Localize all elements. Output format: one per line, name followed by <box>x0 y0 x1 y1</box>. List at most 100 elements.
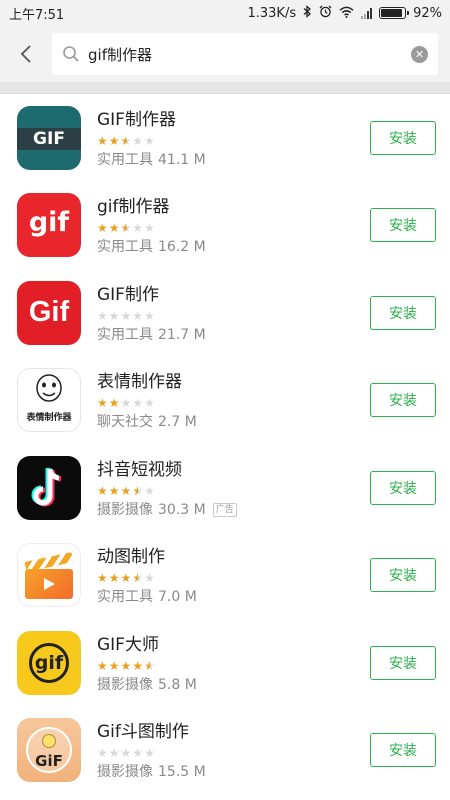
app-size: 21.7 M <box>158 326 206 343</box>
gif-meme-icon: GiF <box>17 718 81 783</box>
install-button[interactable]: 安装 <box>370 645 436 680</box>
star-icon: ★ <box>108 658 121 673</box>
bluetooth-icon <box>303 5 312 21</box>
wifi-icon <box>339 6 354 21</box>
status-bar: 上午7:51 1.33K/s 92% <box>0 0 450 26</box>
app-category: 实用工具 <box>97 151 153 168</box>
star-icon: ★ <box>108 133 121 148</box>
app-size: 5.8 M <box>158 676 197 693</box>
star-icon: ★ <box>144 133 156 148</box>
star-icon: ★ <box>108 308 121 323</box>
star-icon: ★ <box>120 133 133 148</box>
star-icon: ★ <box>132 571 145 586</box>
app-list-item[interactable]: GIF GIF制作器 ★★★★★ 实用工具 41.1 M 安装 <box>0 94 450 182</box>
search-icon <box>63 46 79 62</box>
star-icon: ★ <box>144 221 156 236</box>
star-icon: ★ <box>97 658 109 673</box>
back-button[interactable] <box>14 34 38 74</box>
clapper-icon <box>17 543 81 608</box>
emoji-face-icon: 表情制作器 <box>17 368 81 433</box>
alarm-icon <box>319 5 332 21</box>
network-speed: 1.33K/s <box>247 5 297 21</box>
star-icon: ★ <box>132 221 145 236</box>
app-list-item[interactable]: Gif GIF制作 ★★★★★ 实用工具 21.7 M 安装 <box>0 269 450 357</box>
star-icon: ★ <box>120 308 133 323</box>
star-icon: ★ <box>108 396 121 411</box>
app-list-item[interactable]: 抖音短视频 ★★★★★ 摄影摄像 30.3 M 广告 安装 <box>0 444 450 532</box>
star-icon: ★ <box>97 483 109 498</box>
chevron-left-icon <box>20 45 31 63</box>
star-icon: ★ <box>97 746 109 761</box>
star-icon: ★ <box>108 483 121 498</box>
signal-icon <box>361 7 373 19</box>
app-category: 摄影摄像 <box>97 501 153 518</box>
search-header: gif制作器 ✕ <box>0 26 450 82</box>
star-icon: ★ <box>132 308 145 323</box>
install-button[interactable]: 安装 <box>370 295 436 330</box>
install-button[interactable]: 安装 <box>370 558 436 593</box>
star-icon: ★ <box>108 746 121 761</box>
gif-maker-icon: GIF <box>17 105 81 170</box>
app-size: 16.2 M <box>158 239 206 256</box>
app-size: 7.0 M <box>158 589 197 606</box>
star-icon: ★ <box>120 221 133 236</box>
star-icon: ★ <box>97 221 109 236</box>
star-icon: ★ <box>132 746 145 761</box>
install-button[interactable]: 安装 <box>370 383 436 418</box>
star-icon: ★ <box>120 396 133 411</box>
app-list-item[interactable]: 表情制作器 表情制作器 ★★★★★ 聊天社交 2.7 M 安装 <box>0 357 450 445</box>
search-results-list: GIF GIF制作器 ★★★★★ 实用工具 41.1 M 安装 gif gif制作器 ★★★★★… <box>0 94 450 800</box>
star-icon: ★ <box>108 221 121 236</box>
app-category: 摄影摄像 <box>97 676 153 693</box>
app-category: 摄影摄像 <box>97 764 153 781</box>
app-category: 聊天社交 <box>97 414 153 431</box>
star-icon: ★ <box>144 658 156 673</box>
app-category: 实用工具 <box>97 239 153 256</box>
star-icon: ★ <box>97 308 109 323</box>
star-icon: ★ <box>144 396 156 411</box>
clear-icon[interactable]: ✕ <box>411 45 428 63</box>
app-list-item[interactable]: 动图制作 ★★★★★ 实用工具 7.0 M 安装 <box>0 532 450 620</box>
star-icon: ★ <box>144 746 156 761</box>
star-icon: ★ <box>120 483 133 498</box>
gif-master-icon: gif <box>17 630 81 695</box>
star-icon: ★ <box>132 658 145 673</box>
battery-percent: 92% <box>413 5 442 21</box>
status-time: 上午7:51 <box>9 7 65 23</box>
install-button[interactable]: 安装 <box>370 120 436 155</box>
app-size: 15.5 M <box>158 764 206 781</box>
tiktok-note-icon <box>17 455 81 520</box>
star-icon: ★ <box>120 658 133 673</box>
install-button[interactable]: 安装 <box>370 733 436 768</box>
gif-red-icon: gif <box>17 193 81 258</box>
app-size: 30.3 M <box>158 501 206 518</box>
app-category: 实用工具 <box>97 326 153 343</box>
star-icon: ★ <box>108 571 121 586</box>
search-input[interactable]: gif制作器 ✕ <box>52 33 438 75</box>
star-icon: ★ <box>132 396 145 411</box>
star-icon: ★ <box>120 746 133 761</box>
app-list-item[interactable]: GiF Gif斗图制作 ★★★★★ 摄影摄像 15.5 M 安装 <box>0 707 450 795</box>
ad-badge: 广告 <box>212 502 237 517</box>
status-icons: 1.33K/s 92% <box>247 5 442 21</box>
star-icon: ★ <box>120 571 133 586</box>
battery-icon <box>379 7 410 19</box>
app-list-item[interactable]: gif gif制作器 ★★★★★ 实用工具 16.2 M 安装 <box>0 182 450 270</box>
star-icon: ★ <box>132 133 145 148</box>
star-icon: ★ <box>97 571 109 586</box>
star-icon: ★ <box>144 483 156 498</box>
star-icon: ★ <box>144 571 156 586</box>
app-size: 2.7 M <box>158 414 197 431</box>
gif-bold-red-icon: Gif <box>17 280 81 345</box>
install-button[interactable]: 安装 <box>370 470 436 505</box>
install-button[interactable]: 安装 <box>370 208 436 243</box>
star-icon: ★ <box>144 308 156 323</box>
app-size: 41.1 M <box>158 151 206 168</box>
star-icon: ★ <box>97 133 109 148</box>
star-icon: ★ <box>132 483 145 498</box>
search-query: gif制作器 <box>88 45 152 64</box>
app-category: 实用工具 <box>97 589 153 606</box>
divider <box>0 82 450 94</box>
star-icon: ★ <box>97 396 109 411</box>
app-list-item[interactable]: gif GIF大师 ★★★★★ 摄影摄像 5.8 M 安装 <box>0 619 450 707</box>
